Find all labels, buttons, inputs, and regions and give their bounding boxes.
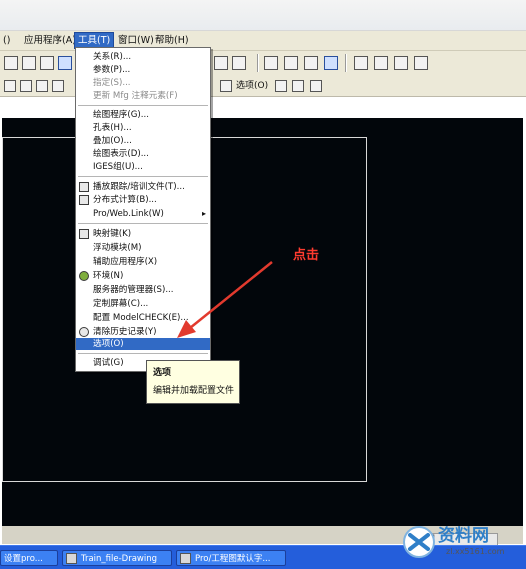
menu-separator: [78, 105, 208, 106]
menu-drawing-representation[interactable]: 绘图表示(D)...: [76, 148, 210, 160]
window-icon: [180, 553, 191, 564]
datum-point-icon[interactable]: [394, 56, 408, 70]
clear-history-icon: [79, 327, 89, 337]
grid-icon[interactable]: [4, 56, 18, 70]
toolbar-separator: [257, 54, 259, 72]
options-toolbar-label[interactable]: 选项(O): [236, 80, 268, 92]
table-icon[interactable]: [36, 80, 48, 92]
menu-window[interactable]: 窗口(W): [115, 33, 157, 48]
view-front-icon[interactable]: [264, 56, 278, 70]
menu-auxiliary-apps[interactable]: 辅助应用程序(X): [76, 256, 210, 268]
menu-mapkeys[interactable]: 映射键(K): [76, 228, 210, 240]
menu-clear-history[interactable]: 清除历史记录(Y): [76, 326, 210, 338]
note-icon[interactable]: [52, 80, 64, 92]
menu-pro-web-link[interactable]: Pro/Web.Link(W) ▸: [76, 208, 210, 220]
submenu-arrow-icon: ▸: [201, 209, 206, 218]
sheet-icon[interactable]: [20, 80, 32, 92]
menu-update-mfg[interactable]: 更新 Mfg 注释元素(F): [76, 90, 210, 102]
menu-iges-group[interactable]: IGES组(U)...: [76, 161, 210, 173]
stack-icon[interactable]: [232, 56, 246, 70]
toolbar-separator: [345, 54, 347, 72]
coordinate-system-icon[interactable]: [414, 56, 428, 70]
checkbox-icon[interactable]: [292, 80, 304, 92]
menu-play-trail[interactable]: 播放跟踪/培训文件(T)...: [76, 181, 210, 193]
trail-icon: [79, 182, 89, 192]
menu-separator: [78, 223, 208, 224]
tools-dropdown-menu: 关系(R)... 参数(P)... 指定(S)... 更新 Mfg 注释元素(F…: [75, 47, 211, 372]
environment-icon: [79, 271, 89, 281]
window-title-strip: [0, 0, 526, 31]
menu-relations[interactable]: 关系(R)...: [76, 51, 210, 63]
options-icon[interactable]: [220, 80, 232, 92]
menu-applications[interactable]: 应用程序(A): [21, 33, 79, 48]
menu-floating-modules[interactable]: 浮动模块(M): [76, 242, 210, 254]
taskbar-item-train-file[interactable]: Train_file-Drawing: [62, 550, 172, 566]
window-icon: [66, 553, 77, 564]
mapkey-icon: [79, 229, 89, 239]
tooltip-description: 编辑并加载配置文件: [153, 386, 235, 396]
menu-configure-modelcheck[interactable]: 配置 ModelCHECK(E)...: [76, 312, 210, 324]
tree-icon[interactable]: [22, 56, 36, 70]
menu-hole-table[interactable]: 孔表(H)...: [76, 122, 210, 134]
tooltip-title: 选项: [153, 368, 172, 378]
arrow-icon[interactable]: [4, 80, 16, 92]
view-top-icon[interactable]: [304, 56, 318, 70]
menu-server-manager[interactable]: 服务器的管理器(S)...: [76, 284, 210, 296]
taskbar-item-settings[interactable]: 设置pro...: [0, 550, 58, 566]
layer-icon[interactable]: [214, 56, 228, 70]
watermark-logo-icon: [403, 526, 435, 558]
click-annotation: 点击: [293, 248, 320, 263]
menu-help[interactable]: 帮助(H): [152, 33, 192, 48]
select-box-icon[interactable]: [58, 56, 72, 70]
menu-separator: [78, 176, 208, 177]
menu-options[interactable]: 选项(O): [76, 338, 210, 350]
site-watermark: 资料网 zl.xx5161.com: [402, 522, 522, 564]
taskbar-item-pro-drawing[interactable]: Pro/工程图默认字...: [176, 550, 286, 566]
datum-plane-icon[interactable]: [354, 56, 368, 70]
menu-distributed-computing[interactable]: 分布式计算(B)...: [76, 194, 210, 206]
menu-drawing-program[interactable]: 绘图程序(G)...: [76, 109, 210, 121]
view-iso-icon[interactable]: [324, 56, 338, 70]
close-box-icon[interactable]: [275, 80, 287, 92]
distributed-icon: [79, 195, 89, 205]
watermark-url: zl.xx5161.com: [446, 547, 505, 556]
menu-overlay[interactable]: 叠加(O)...: [76, 135, 210, 147]
menu-customize-screen[interactable]: 定制屏幕(C)...: [76, 298, 210, 310]
application-window: () 应用程序(A) 工具(T) 窗口(W) 帮助(H) 选项(O) 关系(R)…: [0, 0, 526, 569]
menu-parameters[interactable]: 参数(P)...: [76, 64, 210, 76]
find-icon[interactable]: [40, 56, 54, 70]
parallelogram-icon[interactable]: [310, 80, 322, 92]
view-side-icon[interactable]: [284, 56, 298, 70]
menu-assign[interactable]: 指定(S)...: [76, 77, 210, 89]
menu-environment[interactable]: 环境(N): [76, 270, 210, 282]
menu-separator: [78, 353, 208, 354]
datum-axis-icon[interactable]: [374, 56, 388, 70]
menu-item-partial[interactable]: (): [0, 33, 13, 48]
options-tooltip: 选项 编辑并加载配置文件: [146, 360, 240, 404]
watermark-title: 资料网: [438, 526, 489, 546]
